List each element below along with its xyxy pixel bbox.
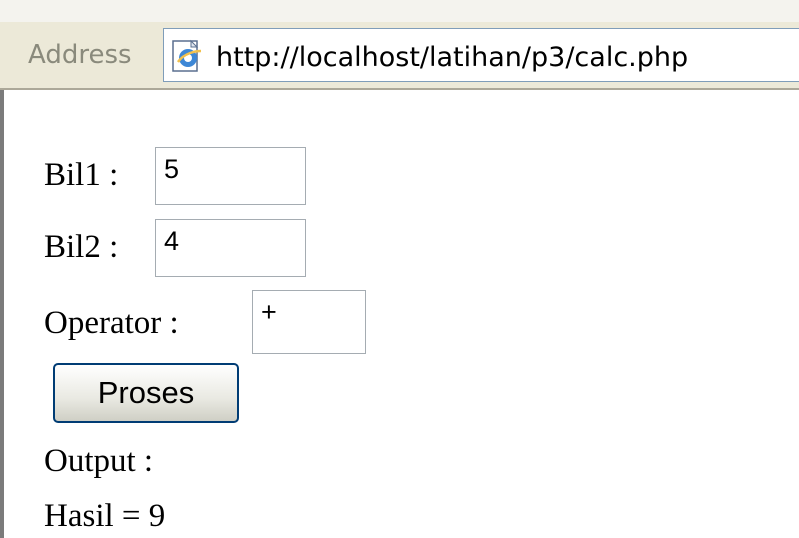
window-top-strip (0, 0, 799, 22)
address-bar: Address http://localhost/latihan/p3/calc… (0, 22, 799, 88)
bil1-label: Bil1 : (44, 157, 119, 193)
operator-input[interactable]: + (252, 290, 366, 354)
operator-label: Operator : (44, 305, 179, 341)
address-field[interactable]: http://localhost/latihan/p3/calc.php (163, 28, 799, 82)
proses-button[interactable]: Proses (53, 363, 239, 423)
bil2-input[interactable]: 4 (155, 219, 306, 277)
ie-page-icon (172, 39, 202, 72)
page-content: Bil1 : 5 Bil2 : 4 Operator : + Proses Ou… (0, 90, 799, 538)
output-label: Output : (44, 443, 154, 479)
address-label: Address (28, 40, 132, 70)
bil1-input[interactable]: 5 (155, 147, 306, 205)
result-text: Hasil = 9 (44, 498, 166, 534)
bil2-label: Bil2 : (44, 229, 119, 265)
address-url: http://localhost/latihan/p3/calc.php (216, 42, 689, 73)
